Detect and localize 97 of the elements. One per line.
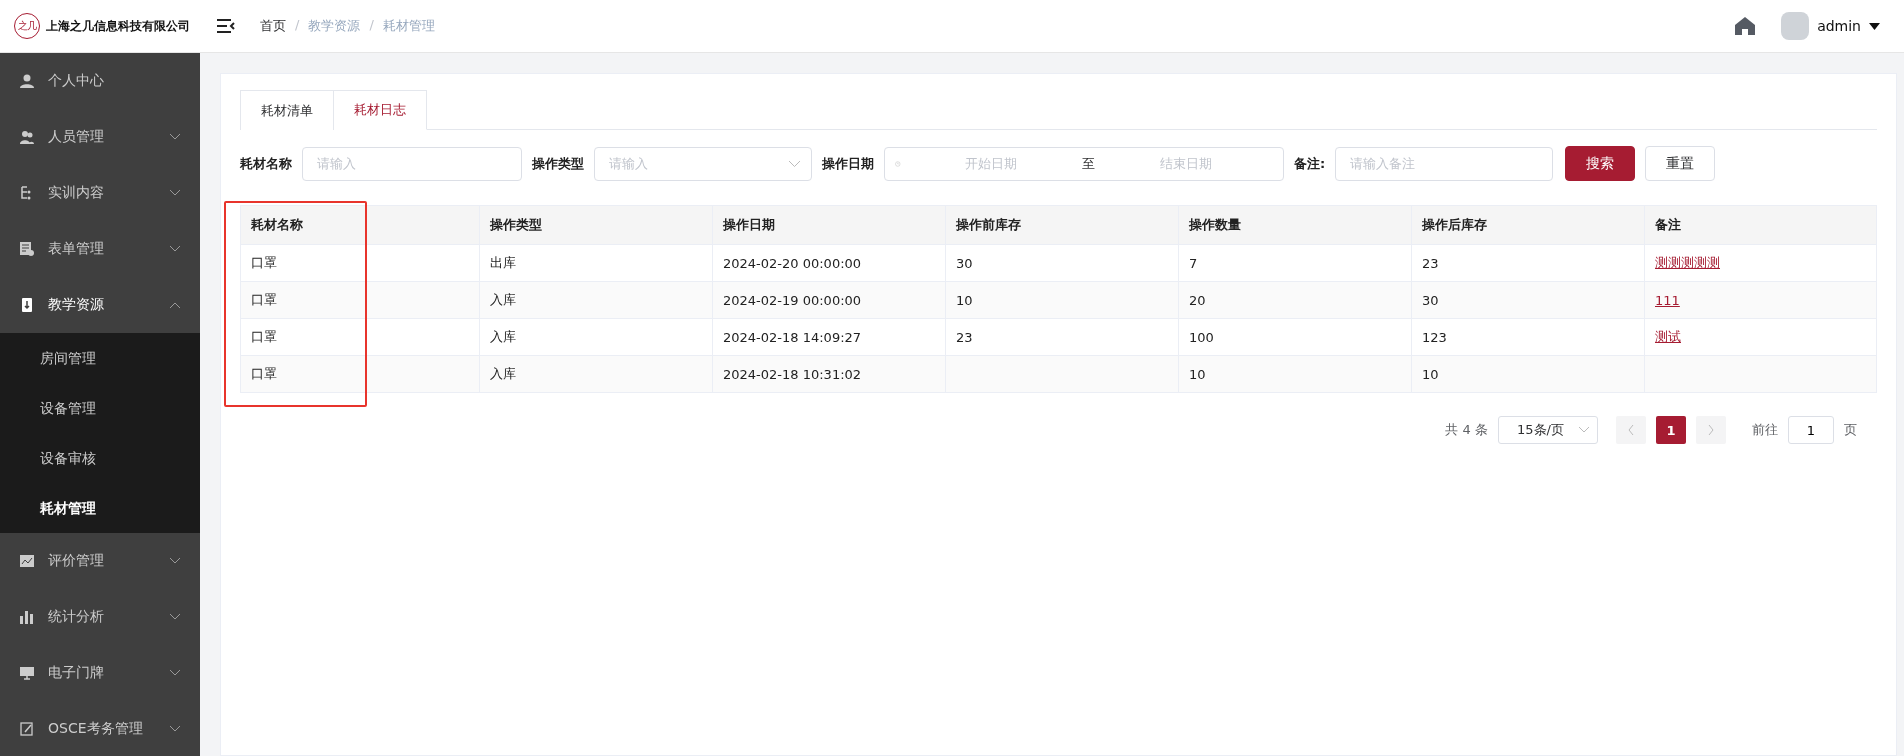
sidebar-item[interactable]: 人员管理	[0, 109, 200, 165]
breadcrumb-item[interactable]: 首页	[260, 17, 286, 35]
page-size-select[interactable]: 15条/页	[1498, 416, 1598, 444]
sidebar-item[interactable]: 教学资源	[0, 277, 200, 333]
page-button[interactable]: 1	[1656, 416, 1686, 444]
chevron-left-icon	[1628, 424, 1634, 435]
column-header: 耗材名称	[240, 205, 480, 245]
column-header: 备注	[1644, 205, 1877, 245]
table-cell: 30	[945, 244, 1179, 282]
page-suffix: 页	[1844, 421, 1857, 439]
table-cell: 10	[1411, 355, 1645, 393]
chevron-icon	[170, 726, 180, 732]
chevron-icon	[170, 134, 180, 140]
chevron-icon	[170, 558, 180, 564]
column-header: 操作前库存	[945, 205, 1179, 245]
table-cell: 入库	[479, 355, 713, 393]
column-header: 操作类型	[479, 205, 713, 245]
table-cell: 10	[1178, 355, 1412, 393]
sidebar-item[interactable]: 个人中心	[0, 53, 200, 109]
tab[interactable]: 耗材清单	[240, 90, 334, 130]
search-button[interactable]: 搜索	[1565, 146, 1636, 181]
avatar	[1781, 12, 1810, 40]
table-cell: 100	[1178, 318, 1412, 356]
table-cell: 入库	[479, 281, 713, 319]
date-separator: 至	[1082, 154, 1096, 173]
user-name[interactable]: admin	[1817, 18, 1861, 34]
table-cell: 7	[1178, 244, 1412, 282]
sidebar-item[interactable]: 评价管理	[0, 533, 200, 589]
filter-label: 备注:	[1294, 154, 1326, 173]
table-cell: 2024-02-20 00:00:00	[712, 244, 946, 282]
bar-chart-icon	[20, 610, 34, 624]
reset-button[interactable]: 重置	[1645, 146, 1716, 181]
monitor-icon	[20, 666, 34, 680]
select-field[interactable]: 请输入	[594, 146, 812, 181]
chevron-icon	[170, 670, 180, 676]
chevron-icon	[170, 190, 180, 196]
note-link[interactable]: 测试	[1655, 329, 1681, 344]
goto-label: 前往	[1752, 421, 1778, 439]
table-cell: 30	[1411, 281, 1645, 319]
chevron-icon	[1579, 427, 1589, 433]
filter-label: 耗材名称	[240, 154, 292, 173]
caret-icon[interactable]	[1869, 22, 1880, 30]
person-icon	[20, 74, 34, 88]
submenu-item[interactable]: 设备管理	[0, 383, 200, 433]
table-cell: 2024-02-18 10:31:02	[712, 355, 946, 393]
company-name: 上海之几信息科技有限公司	[46, 17, 190, 35]
input-field[interactable]: 请输入	[302, 146, 522, 181]
book-icon	[20, 298, 34, 312]
table-cell: 口罩	[240, 244, 480, 282]
table-cell: 口罩	[240, 318, 480, 356]
filter-label: 操作日期	[822, 154, 874, 173]
sidebar-item[interactable]: 实训内容	[0, 165, 200, 221]
table-cell: 口罩	[240, 281, 480, 319]
column-header: 操作数量	[1178, 205, 1412, 245]
home-icon[interactable]	[1735, 17, 1756, 35]
table-cell: 出库	[479, 244, 713, 282]
breadcrumb-item: 教学资源	[308, 17, 361, 35]
input-field[interactable]: 请输入备注	[1335, 146, 1554, 181]
table-cell: 20	[1178, 281, 1412, 319]
tab[interactable]: 耗材日志	[334, 90, 427, 130]
table-cell: 2024-02-18 14:09:27	[712, 318, 946, 356]
start-date-input[interactable]: 开始日期	[904, 156, 1079, 171]
menu-icon[interactable]	[217, 19, 235, 33]
picture-icon	[20, 554, 34, 568]
sidebar-item[interactable]: 表单管理	[0, 221, 200, 277]
document-icon	[20, 242, 34, 256]
submenu-item[interactable]: 房间管理	[0, 333, 200, 383]
sidebar-item[interactable]: 统计分析	[0, 589, 200, 645]
chevron-icon	[170, 614, 180, 620]
note-link[interactable]: 111	[1655, 292, 1680, 308]
chevron-right-icon	[1708, 424, 1714, 435]
table-cell: 10	[945, 281, 1179, 319]
table-cell: 2024-02-19 00:00:00	[712, 281, 946, 319]
table-cell: 23	[1411, 244, 1645, 282]
breadcrumb-item: 耗材管理	[382, 17, 435, 35]
people-icon	[20, 130, 34, 144]
column-header: 操作后库存	[1411, 205, 1645, 245]
sidebar-item[interactable]: 电子门牌	[0, 645, 200, 701]
breadcrumb-separator: /	[369, 17, 374, 34]
table-cell: 123	[1411, 318, 1645, 356]
breadcrumb-separator: /	[295, 17, 300, 34]
note-link[interactable]: 测测测测测	[1655, 255, 1720, 270]
table-cell: 入库	[479, 318, 713, 356]
chevron-icon	[170, 302, 180, 308]
table-cell: 口罩	[240, 355, 480, 393]
table-cell: 23	[945, 318, 1179, 356]
column-header: 操作日期	[712, 205, 946, 245]
submenu-item[interactable]: 耗材管理	[0, 483, 200, 533]
edit-icon	[20, 722, 34, 736]
total-count: 共 4 条	[1445, 421, 1488, 439]
sidebar-item[interactable]: OSCE考务管理	[0, 701, 200, 756]
filter-label: 操作类型	[532, 154, 584, 173]
date-range-field[interactable]: 开始日期 至 结束日期	[884, 146, 1284, 181]
submenu-item[interactable]: 设备审核	[0, 433, 200, 483]
chevron-icon	[170, 246, 180, 252]
end-date-input[interactable]: 结束日期	[1099, 156, 1273, 171]
page-input[interactable]: 1	[1788, 416, 1834, 444]
